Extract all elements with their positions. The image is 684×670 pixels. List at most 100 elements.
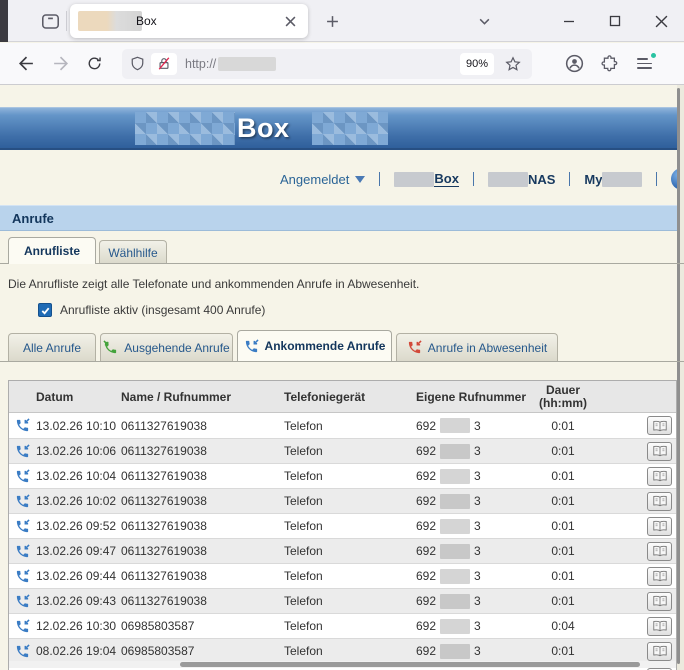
call-date: 13.02.26 10:02 — [36, 494, 121, 508]
add-to-phonebook-button[interactable] — [647, 542, 672, 561]
telephony-device: Telefon — [284, 644, 416, 658]
account-icon — [565, 54, 584, 73]
phonebook-icon — [652, 495, 668, 507]
redacted-own-number — [440, 644, 470, 659]
call-row: 13.02.26 10:04 0611327619038 Telefon 692… — [9, 463, 676, 488]
insecure-lock-icon — [157, 56, 171, 71]
caller-number: 0611327619038 — [121, 544, 284, 558]
tab-waehlhilfe[interactable]: Wählhilfe — [99, 240, 167, 264]
maximize-button[interactable] — [592, 0, 638, 42]
add-to-phonebook-button[interactable] — [647, 442, 672, 461]
phonebook-icon — [652, 545, 668, 557]
window-controls — [546, 0, 684, 42]
incoming-call-icon — [15, 494, 30, 509]
vertical-scrollbar-thumb[interactable] — [677, 88, 680, 664]
add-to-phonebook-button[interactable] — [647, 492, 672, 511]
horizontal-scrollbar-thumb[interactable] — [180, 662, 640, 667]
incoming-call-icon — [15, 544, 30, 559]
chevron-down-icon — [478, 15, 491, 28]
add-to-phonebook-button[interactable] — [647, 467, 672, 486]
call-row: 13.02.26 10:02 0611327619038 Telefon 692… — [9, 488, 676, 513]
zoom-level-chip[interactable]: 90% — [460, 53, 494, 75]
add-to-phonebook-button[interactable] — [647, 567, 672, 586]
back-button[interactable] — [12, 50, 40, 78]
call-duration: 0:01 — [528, 594, 598, 608]
forward-button[interactable] — [46, 50, 74, 78]
nav-divider — [569, 172, 570, 186]
menu-notification-dot — [650, 52, 657, 59]
url-bar[interactable]: http:// 90% — [122, 49, 532, 79]
caller-number: 0611327619038 — [121, 419, 284, 433]
redacted-own-number — [440, 469, 470, 484]
telephony-device: Telefon — [284, 494, 416, 508]
firefox-view-button[interactable] — [38, 9, 62, 33]
own-number: 692 3 — [416, 494, 528, 509]
logged-in-label: Angemeldet — [280, 172, 349, 187]
call-date: 13.02.26 10:04 — [36, 469, 121, 483]
tab-anrufliste[interactable]: Anrufliste — [8, 237, 96, 264]
brand-banner: Box — [0, 107, 677, 150]
reload-button[interactable] — [80, 50, 108, 78]
logged-in-menu[interactable]: Angemeldet — [280, 172, 365, 187]
extensions-button[interactable] — [594, 49, 624, 79]
call-row: 08.02.26 19:04 06985803587 Telefon 692 3… — [9, 638, 676, 663]
add-to-phonebook-button[interactable] — [647, 416, 672, 435]
filter-tab-baseline — [0, 361, 684, 362]
phonebook-icon — [652, 595, 668, 607]
call-table: Datum Name / Rufnummer Telefoniegerät Ei… — [8, 380, 677, 670]
call-duration: 0:01 — [528, 544, 598, 558]
own-number: 692 3 — [416, 544, 528, 559]
intro-text: Die Anrufliste zeigt alle Telefonate und… — [8, 277, 419, 291]
phonebook-icon — [652, 645, 668, 657]
checkbox-checked[interactable] — [38, 303, 52, 317]
nav-item-nas[interactable]: NAS — [488, 172, 555, 187]
redacted-nav-prefix — [394, 172, 434, 187]
telephony-device: Telefon — [284, 519, 416, 533]
calllist-active-checkbox-row[interactable]: Anrufliste aktiv (insgesamt 400 Anrufe) — [30, 303, 265, 317]
filter-tab-ausgehende-anrufe[interactable]: Ausgehende Anrufe — [100, 333, 233, 361]
redacted-own-number — [440, 569, 470, 584]
phonebook-icon — [652, 570, 668, 582]
caller-number: 0611327619038 — [121, 469, 284, 483]
filter-tab-alle-anrufe[interactable]: Alle Anrufe — [8, 333, 96, 361]
vertical-scrollbar[interactable] — [677, 85, 684, 670]
minimize-button[interactable] — [546, 0, 592, 42]
account-button[interactable] — [559, 49, 589, 79]
filter-tab-anrufe-in-abwesenheit[interactable]: Anrufe in Abwesenheit — [396, 333, 558, 361]
nav-item-myfritz[interactable]: My — [584, 172, 642, 187]
caller-number: 0611327619038 — [121, 444, 284, 458]
tab-list-button[interactable] — [472, 9, 496, 33]
phonebook-icon — [652, 620, 668, 632]
call-date: 13.02.26 09:52 — [36, 519, 121, 533]
add-to-phonebook-button[interactable] — [647, 617, 672, 636]
close-window-button[interactable] — [638, 0, 684, 42]
incoming-call-icon — [15, 594, 30, 609]
filter-tab-ankommende-anrufe[interactable]: Ankommende Anrufe — [237, 330, 392, 361]
horizontal-scrollbar[interactable] — [9, 661, 676, 668]
tab-close-button[interactable] — [280, 11, 300, 31]
own-number: 692 3 — [416, 469, 528, 484]
call-date: 13.02.26 09:44 — [36, 569, 121, 583]
call-row: 13.02.26 09:52 0611327619038 Telefon 692… — [9, 513, 676, 538]
call-date: 12.02.26 10:30 — [36, 619, 121, 633]
nav-item-box[interactable]: Box — [394, 171, 459, 187]
connection-security-chip[interactable] — [151, 53, 177, 75]
incoming-call-icon — [244, 339, 259, 354]
redacted-url-host — [218, 57, 276, 71]
new-tab-button[interactable] — [320, 9, 344, 33]
add-to-phonebook-button[interactable] — [647, 592, 672, 611]
own-number: 692 3 — [416, 644, 528, 659]
menu-button[interactable] — [629, 49, 659, 79]
add-to-phonebook-button[interactable] — [647, 517, 672, 536]
redacted-own-number — [440, 494, 470, 509]
telephony-device: Telefon — [284, 544, 416, 558]
browser-tab[interactable]: Box — [70, 4, 308, 38]
add-to-phonebook-button[interactable] — [647, 642, 672, 661]
phonebook-icon — [652, 420, 668, 432]
call-duration: 0:01 — [528, 644, 598, 658]
bookmark-button[interactable] — [502, 53, 524, 75]
redacted-nav-prefix — [488, 172, 528, 187]
phonebook-icon — [652, 520, 668, 532]
shield-icon[interactable] — [130, 56, 145, 71]
incoming-call-icon — [15, 619, 30, 634]
